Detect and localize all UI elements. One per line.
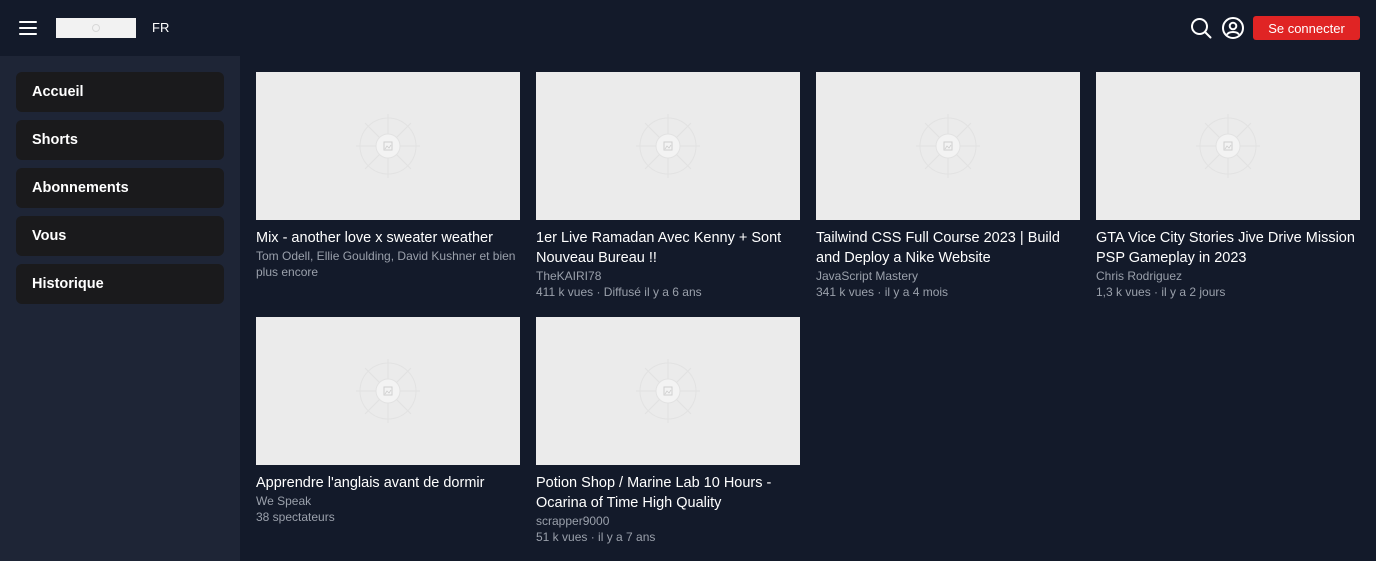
sidebar-item-accueil[interactable]: Accueil [16, 72, 224, 112]
sidebar-item-vous[interactable]: Vous [16, 216, 224, 256]
video-title[interactable]: 1er Live Ramadan Avec Kenny + Sont Nouve… [536, 228, 800, 268]
search-icon[interactable] [1189, 16, 1213, 40]
channel-name[interactable]: Tom Odell, Ellie Goulding, David Kushner… [256, 248, 520, 280]
video-meta: 341 k vues · il y a 4 mois [816, 285, 949, 299]
video-thumbnail[interactable] [256, 317, 520, 465]
account-icon[interactable] [1221, 16, 1245, 40]
image-placeholder-icon [1196, 114, 1260, 178]
login-button[interactable]: Se connecter [1253, 16, 1360, 40]
video-card[interactable]: GTA Vice City Stories Jive Drive Mission… [1096, 72, 1360, 300]
video-thumbnail[interactable] [816, 72, 1080, 220]
video-title[interactable]: GTA Vice City Stories Jive Drive Mission… [1096, 228, 1360, 268]
video-card[interactable]: Mix - another love x sweater weather Tom… [256, 72, 520, 280]
language-label: FR [152, 20, 170, 35]
video-title[interactable]: Tailwind CSS Full Course 2023 | Build an… [816, 228, 1080, 268]
logo[interactable] [56, 18, 136, 38]
sidebar-item-shorts[interactable]: Shorts [16, 120, 224, 160]
video-title[interactable]: Potion Shop / Marine Lab 10 Hours - Ocar… [536, 473, 800, 513]
video-card[interactable]: Potion Shop / Marine Lab 10 Hours - Ocar… [536, 317, 800, 545]
video-meta: 38 spectateurs [256, 510, 335, 524]
image-placeholder-icon [356, 114, 420, 178]
video-title[interactable]: Mix - another love x sweater weather [256, 228, 520, 248]
video-card[interactable]: Tailwind CSS Full Course 2023 | Build an… [816, 72, 1080, 300]
image-placeholder-icon [636, 114, 700, 178]
menu-icon[interactable] [17, 17, 39, 39]
sidebar: Accueil Shorts Abonnements Vous Historiq… [0, 56, 240, 561]
video-thumbnail[interactable] [256, 72, 520, 220]
top-bar: FR Se connecter [0, 0, 1376, 56]
image-placeholder-icon [636, 359, 700, 423]
sidebar-item-historique[interactable]: Historique [16, 264, 224, 304]
video-thumbnail[interactable] [536, 317, 800, 465]
video-thumbnail[interactable] [536, 72, 800, 220]
video-card[interactable]: Apprendre l'anglais avant de dormir We S… [256, 317, 520, 525]
logo-mark [92, 24, 100, 32]
channel-name[interactable]: We Speak [256, 493, 520, 509]
channel-name[interactable]: Chris Rodriguez [1096, 268, 1360, 284]
video-title[interactable]: Apprendre l'anglais avant de dormir [256, 473, 520, 493]
video-meta: 51 k vues · il y a 7 ans [536, 530, 656, 544]
channel-name[interactable]: scrapper9000 [536, 513, 800, 529]
sidebar-item-abonnements[interactable]: Abonnements [16, 168, 224, 208]
video-meta: 411 k vues · Diffusé il y a 6 ans [536, 285, 702, 299]
video-thumbnail[interactable] [1096, 72, 1360, 220]
channel-name[interactable]: TheKAIRI78 [536, 268, 800, 284]
video-card[interactable]: 1er Live Ramadan Avec Kenny + Sont Nouve… [536, 72, 800, 300]
image-placeholder-icon [916, 114, 980, 178]
image-placeholder-icon [356, 359, 420, 423]
channel-name[interactable]: JavaScript Mastery [816, 268, 1080, 284]
video-meta: 1,3 k vues · il y a 2 jours [1096, 285, 1226, 299]
